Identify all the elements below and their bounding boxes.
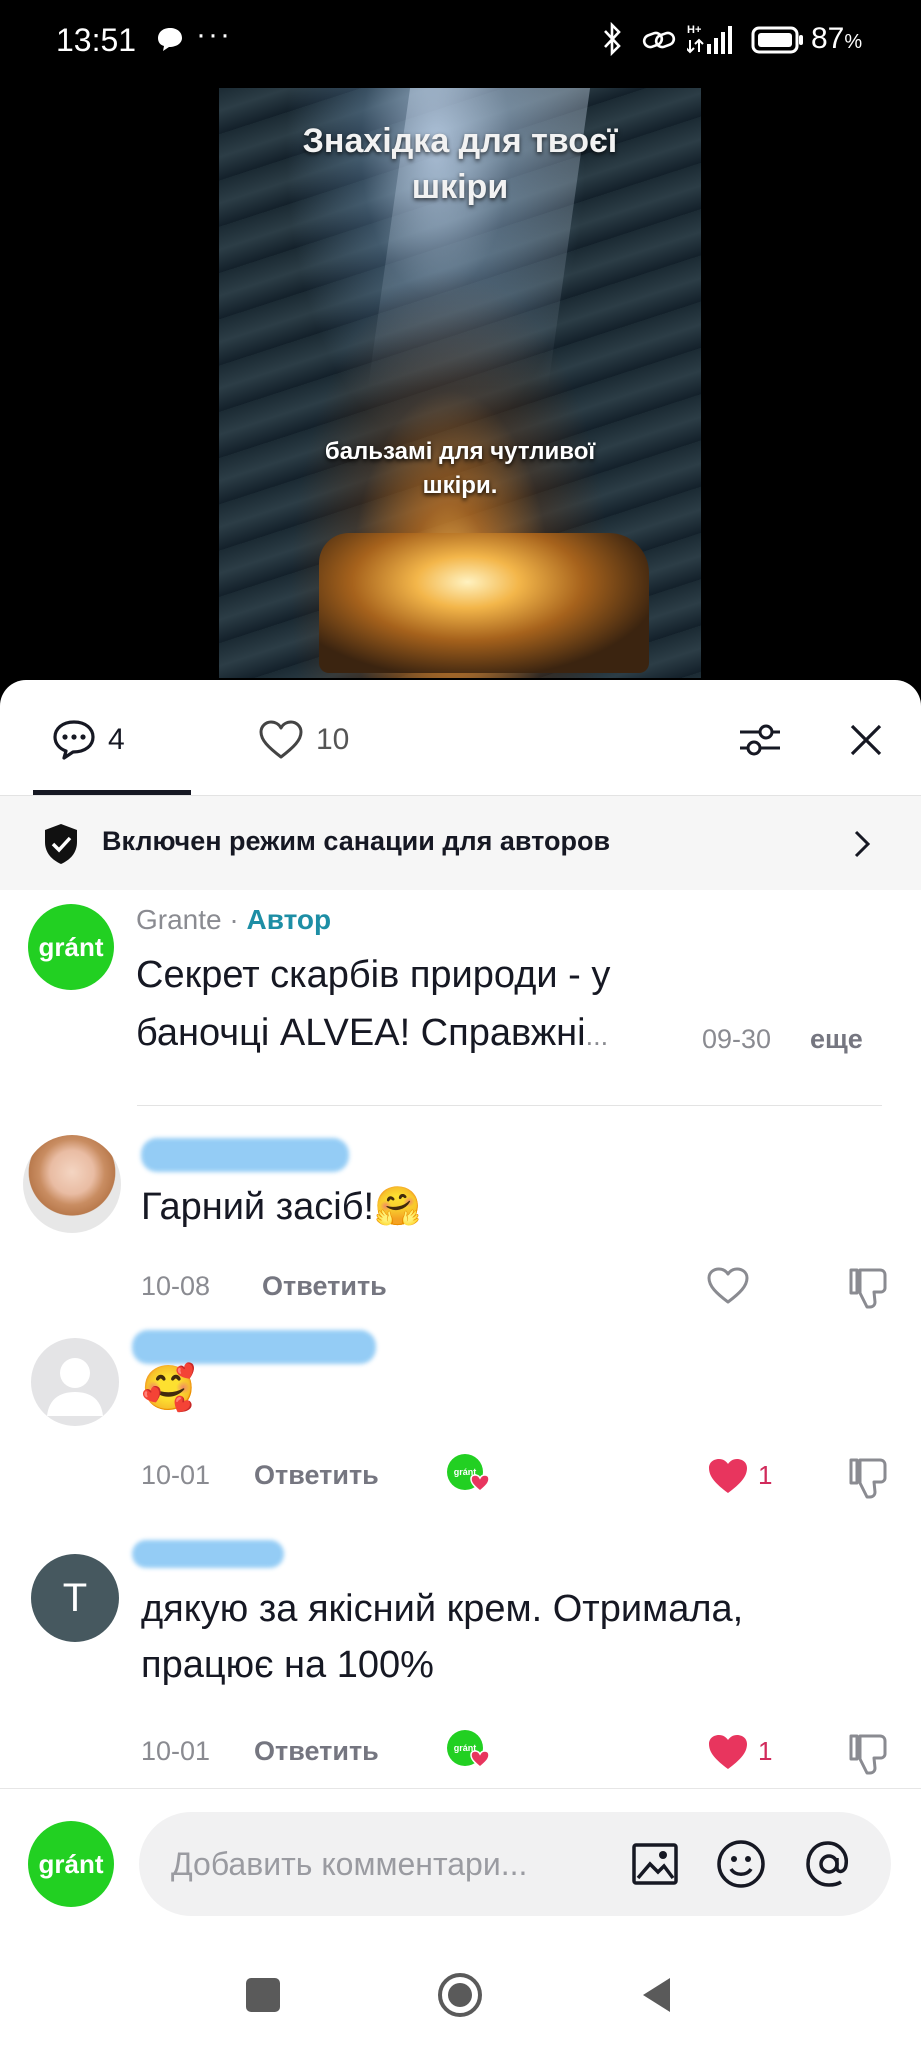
video-treasure-chest [319, 533, 649, 673]
current-user-avatar[interactable]: gránt [28, 1821, 114, 1907]
default-avatar-icon [47, 1358, 103, 1416]
like-count: 1 [758, 1460, 773, 1490]
emoji-icon[interactable] [715, 1838, 767, 1890]
chat-bubble-icon [158, 28, 182, 51]
reply-button[interactable]: Ответить [254, 1460, 379, 1491]
video-title-line2: шкіри [411, 168, 509, 206]
redacted-username [132, 1540, 284, 1568]
dislike-icon[interactable] [846, 1732, 890, 1776]
battery-icon [751, 26, 803, 54]
heart-icon[interactable] [706, 1266, 750, 1306]
avatar[interactable] [31, 1338, 119, 1426]
avatar[interactable]: gránt [28, 904, 114, 990]
avatar[interactable]: T [31, 1554, 119, 1642]
like-count: 1 [758, 1736, 773, 1766]
moderation-notice[interactable]: Включен режим санации для авторов [0, 796, 921, 890]
comment-text-truncated: баночці ALVEA! Справжні [136, 1012, 586, 1054]
avatar-letter: T [62, 1575, 88, 1620]
comment-text-line1: Секрет скарбів природи - у [136, 954, 611, 996]
dislike-icon[interactable] [846, 1456, 890, 1500]
comment-date: 10-01 [141, 1460, 211, 1490]
separator: · [221, 904, 247, 935]
heart-icon [259, 720, 303, 759]
comment-composer: gránt Добавить комментари... [0, 1788, 921, 1949]
creator-heart-icon [470, 1750, 490, 1768]
likes-count: 10 [316, 723, 350, 756]
comment-input[interactable]: Добавить комментари... [139, 1812, 891, 1916]
home-button[interactable] [437, 1972, 483, 2018]
video-caption-line2: шкіри. [422, 472, 498, 499]
divider [137, 1105, 882, 1106]
redacted-username [141, 1138, 349, 1172]
reply-button[interactable]: Ответить [254, 1736, 379, 1767]
comment-text-line2: баночці ALVEA! Справжні... [136, 1004, 608, 1065]
battery-percent: 87% [811, 22, 862, 56]
logo-text: gránt [38, 931, 104, 962]
filter-icon[interactable] [738, 720, 782, 760]
comment-text: Гарний засіб!🤗 [141, 1186, 422, 1228]
back-button[interactable] [640, 1976, 674, 2014]
comment-text-line1: дякую за якісний крем. Отримала, [141, 1588, 744, 1630]
image-icon[interactable] [629, 1838, 681, 1890]
battery-value: 87 [811, 22, 845, 55]
video-caption-line1: бальзамі для чутливої [324, 438, 596, 465]
bluetooth-icon [604, 22, 621, 56]
svg-text:H+: H+ [687, 24, 701, 36]
status-bar: 13:51 ··· H+ 87% [0, 0, 921, 86]
username-text: Grante [136, 904, 222, 935]
avatar[interactable] [23, 1135, 121, 1233]
status-time: 13:51 [56, 22, 137, 58]
tab-comments[interactable]: 4 [52, 710, 125, 770]
mention-icon[interactable] [803, 1838, 855, 1890]
expand-more-button[interactable]: еще [810, 1024, 863, 1055]
video-title-line1: Знахідка для твоєї [302, 122, 618, 160]
dislike-icon[interactable] [846, 1266, 890, 1310]
comment-date: 10-01 [141, 1736, 211, 1766]
video-caption: бальзамі для чутливої шкіри. [219, 435, 701, 503]
author-badge: Автор [246, 904, 332, 935]
comments-icon [53, 720, 95, 760]
comment-text: 🥰 [141, 1364, 196, 1413]
heart-filled-icon[interactable] [706, 1456, 750, 1496]
comment-username[interactable]: Grante · Автор [136, 904, 331, 936]
redacted-username [132, 1330, 376, 1364]
reply-button[interactable]: Ответить [262, 1271, 387, 1302]
recents-button[interactable] [246, 1978, 280, 2012]
comments-tabs: 4 10 [0, 680, 921, 795]
comment-date: 09-30 [702, 1024, 772, 1054]
creator-heart-icon [470, 1474, 490, 1492]
chevron-right-icon [854, 830, 871, 858]
tab-likes[interactable]: 10 [258, 710, 349, 770]
comment-text-line2: працює на 100% [141, 1644, 434, 1686]
comments-count: 4 [108, 723, 125, 756]
shield-icon [45, 824, 77, 864]
ellipsis: ... [585, 1021, 609, 1051]
video-title: Знахідка для твоєї шкіри [219, 118, 701, 210]
close-icon[interactable] [848, 722, 884, 758]
heart-filled-icon[interactable] [706, 1732, 750, 1772]
logo-text: gránt [38, 1848, 104, 1879]
video-player[interactable]: Знахідка для твоєї шкіри бальзамі для чу… [219, 88, 701, 678]
more-notifications-icon: ··· [196, 18, 232, 51]
signal-icon: H+ [687, 24, 732, 54]
comment-input-placeholder: Добавить комментари... [171, 1846, 528, 1882]
link-icon [642, 31, 676, 49]
moderation-notice-text: Включен режим санации для авторов [102, 826, 611, 856]
system-nav-bar [0, 1948, 921, 2048]
comment-date: 10-08 [141, 1271, 211, 1301]
battery-unit: % [844, 31, 863, 53]
